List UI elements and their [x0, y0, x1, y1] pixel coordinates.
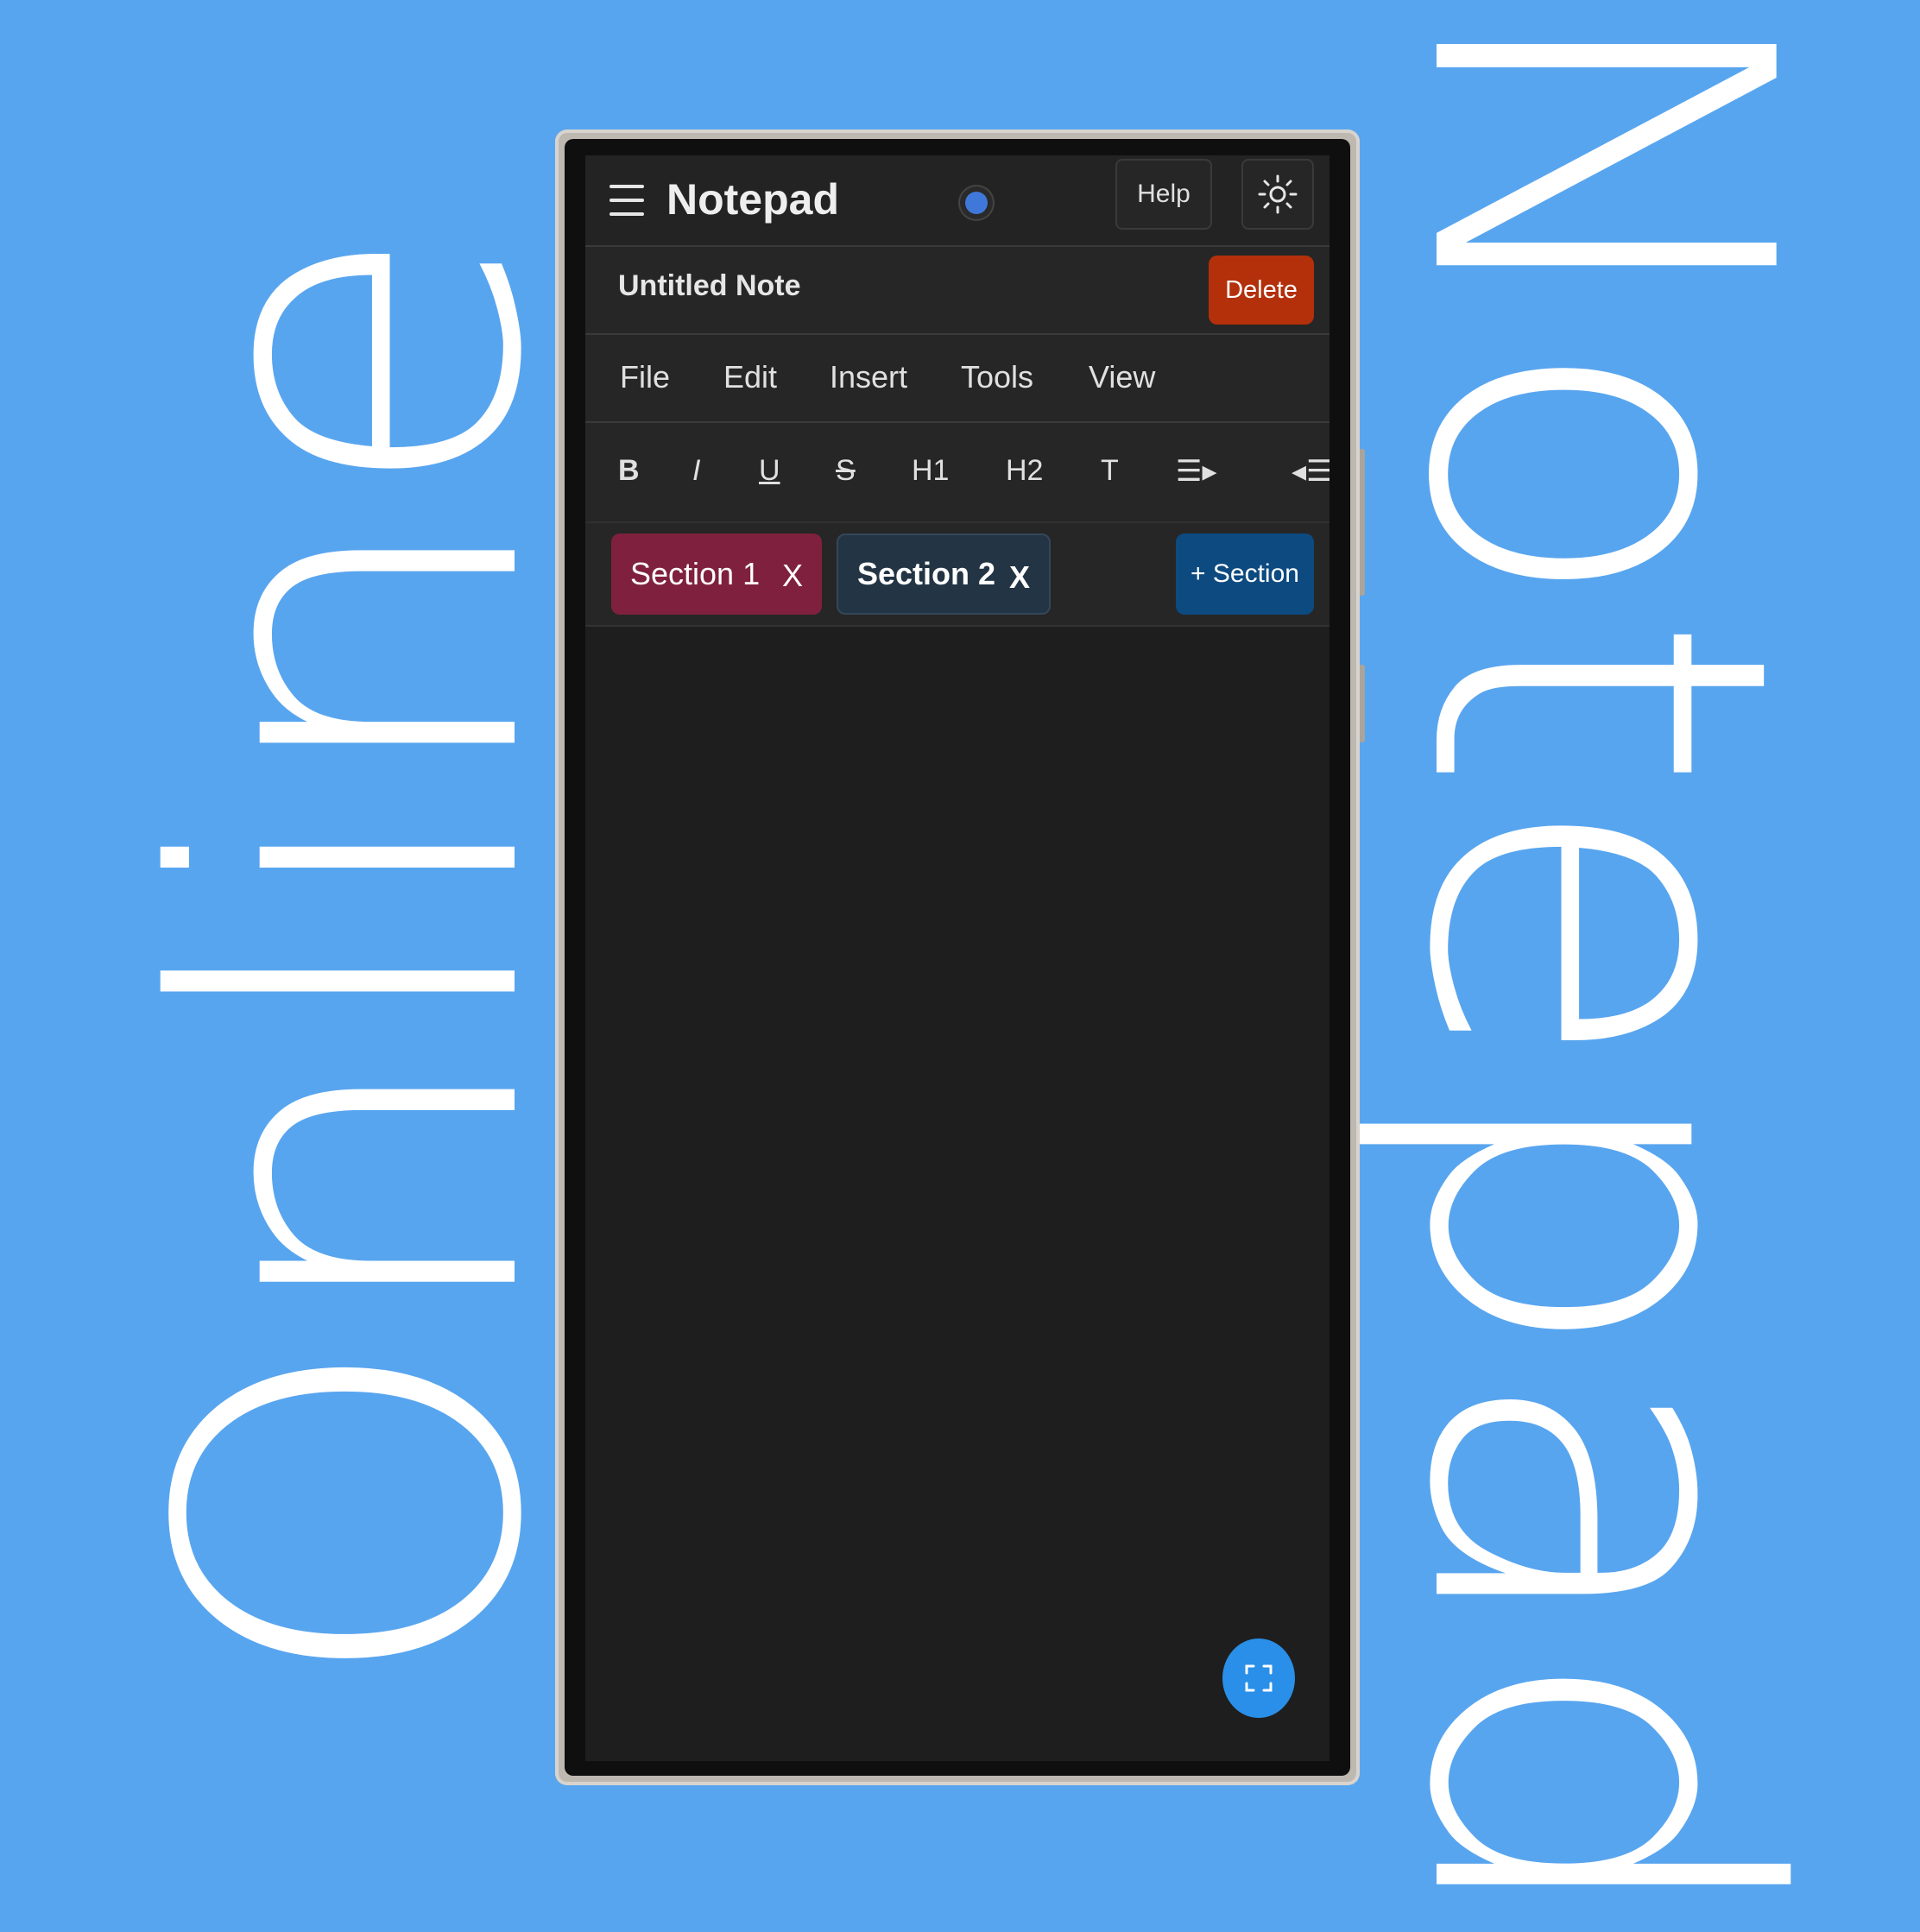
add-section-button[interactable]: + Section — [1176, 534, 1314, 615]
phone-volume-button — [1360, 449, 1365, 596]
delete-button[interactable]: Delete — [1209, 256, 1314, 325]
sun-icon — [1258, 174, 1298, 214]
section-tab-1[interactable]: Section 1 X — [611, 534, 822, 615]
close-section-1-button[interactable]: X — [782, 558, 803, 594]
section-tab-2[interactable]: Section 2 X — [837, 534, 1051, 615]
note-title[interactable]: Untitled Note — [618, 269, 801, 303]
app-screen: Notepad Help Untitled Note Delete File E… — [585, 155, 1329, 1761]
heading1-button[interactable]: H1 — [912, 454, 949, 488]
menu-tools[interactable]: Tools — [961, 359, 1033, 395]
section-tabs-bar: Section 1 X Section 2 X + Section — [585, 523, 1329, 627]
background-word-online: Online — [83, 224, 625, 1696]
note-header: Untitled Note Delete — [585, 247, 1329, 335]
front-camera — [965, 192, 988, 214]
heading2-button[interactable]: H2 — [1006, 454, 1043, 488]
outdent-button[interactable]: ◂☰ — [1292, 454, 1329, 489]
phone-power-button — [1360, 665, 1365, 742]
fullscreen-button[interactable] — [1222, 1638, 1295, 1718]
section-tab-label: Section 2 — [857, 556, 996, 591]
menu-view[interactable]: View — [1089, 359, 1155, 395]
app-title: Notepad — [666, 175, 839, 224]
underline-button[interactable]: U — [759, 454, 780, 488]
indent-button[interactable]: ☰▸ — [1176, 454, 1217, 489]
help-button[interactable]: Help — [1115, 159, 1212, 230]
format-toolbar: B I U S H1 H2 T ☰▸ ◂☰ — [585, 423, 1329, 523]
theme-toggle-button[interactable] — [1241, 159, 1314, 230]
menu-edit[interactable]: Edit — [723, 359, 777, 395]
note-editor[interactable] — [585, 627, 1329, 1761]
section-tab-label: Section 1 — [630, 556, 761, 591]
close-section-2-button[interactable]: X — [1009, 559, 1030, 596]
hamburger-menu-icon[interactable] — [609, 181, 644, 219]
background-word-notepad: Notepad — [1326, 0, 1868, 1932]
menu-insert[interactable]: Insert — [830, 359, 907, 395]
menu-file[interactable]: File — [620, 359, 670, 395]
phone-frame: Notepad Help Untitled Note Delete File E… — [555, 129, 1365, 1785]
bold-button[interactable]: B — [618, 454, 640, 488]
menu-bar: File Edit Insert Tools View — [585, 335, 1329, 423]
text-button[interactable]: T — [1101, 454, 1119, 488]
italic-button[interactable]: I — [692, 454, 700, 488]
strikethrough-button[interactable]: S — [836, 454, 856, 488]
app-header: Notepad Help — [585, 155, 1329, 247]
fullscreen-icon — [1245, 1664, 1273, 1692]
